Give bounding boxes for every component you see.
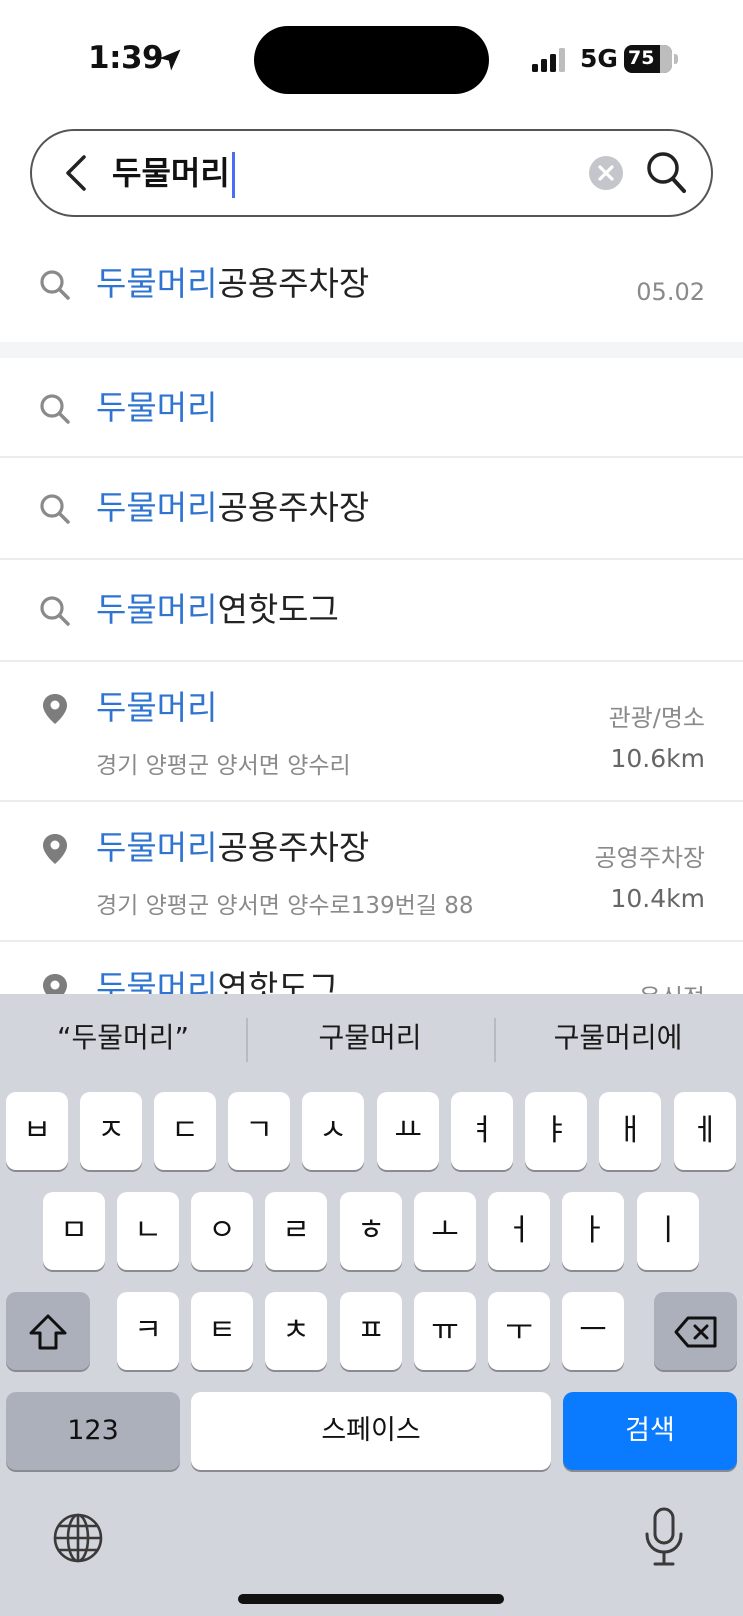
keyboard: “두물머리” 구물머리 구물머리에 ㅂ ㅈ ㄷ ㄱ ㅅ ㅛ ㅕ ㅑ ㅐ ㅔ ㅁ …	[0, 994, 743, 1616]
place-category: 공영주차장	[594, 844, 705, 872]
recent-search-title: 두물머리공용주차장	[96, 264, 370, 303]
key[interactable]: ㅋ	[117, 1292, 179, 1370]
key[interactable]: ㅐ	[599, 1092, 661, 1170]
key[interactable]: ㅜ	[488, 1292, 550, 1370]
place-address: 경기 양평군 양서면 양수리	[96, 753, 351, 779]
place-item[interactable]: 두물머리공용주차장 경기 양평군 양서면 양수로139번길 88 공영주차장 1…	[0, 802, 743, 942]
keyboard-suggestion-bar: “두물머리” 구물머리 구물머리에	[0, 994, 743, 1084]
key[interactable]: ㅓ	[488, 1192, 550, 1270]
shift-icon	[29, 1314, 67, 1349]
status-time: 1:39	[88, 40, 164, 76]
place-distance: 10.6km	[610, 744, 706, 773]
key[interactable]: ㄹ	[265, 1192, 327, 1270]
key[interactable]: ㄱ	[228, 1092, 290, 1170]
search-query: 두물머리	[112, 154, 230, 192]
place-category: 관광/명소	[608, 704, 705, 732]
search-icon	[40, 394, 70, 424]
suggestion-divider	[494, 1018, 496, 1062]
status-bar: 1:39 5G 75	[0, 0, 743, 120]
recent-search-item[interactable]: 두물머리공용주차장 05.02	[0, 236, 743, 358]
search-icon	[40, 494, 70, 524]
suggestion-item[interactable]: 두물머리	[0, 358, 743, 458]
text-caret	[231, 152, 235, 198]
signal-icon	[532, 48, 565, 72]
key[interactable]: ㅈ	[80, 1092, 142, 1170]
home-indicator	[238, 1594, 504, 1604]
recent-search-date: 05.02	[636, 278, 705, 306]
clear-icon[interactable]	[588, 155, 624, 191]
key[interactable]: ㅡ	[562, 1292, 624, 1370]
key[interactable]: ㄴ	[117, 1192, 179, 1270]
keyboard-suggestion[interactable]: 구물머리	[250, 1016, 490, 1056]
suggestion-title: 두물머리공용주차장	[96, 488, 370, 527]
place-distance: 10.4km	[610, 884, 706, 913]
globe-icon[interactable]	[52, 1512, 104, 1564]
place-item[interactable]: 두물머리 경기 양평군 양서면 양수리 관광/명소 10.6km	[0, 662, 743, 802]
suggestion-item[interactable]: 두물머리공용주차장	[0, 458, 743, 560]
suggestion-divider	[246, 1018, 248, 1062]
place-title: 두물머리공용주차장	[96, 828, 370, 867]
search-bar[interactable]: 두물머리	[30, 129, 713, 217]
key[interactable]: ㄷ	[154, 1092, 216, 1170]
search-icon	[40, 596, 70, 626]
key[interactable]: ㅇ	[191, 1192, 253, 1270]
keyboard-suggestion[interactable]: 구물머리에	[498, 1016, 738, 1056]
key[interactable]: ㅗ	[414, 1192, 476, 1270]
key[interactable]: ㅕ	[451, 1092, 513, 1170]
key[interactable]: ㅑ	[525, 1092, 587, 1170]
network-type: 5G	[580, 44, 618, 73]
location-arrow-icon	[159, 49, 181, 71]
key[interactable]: ㅣ	[637, 1192, 699, 1270]
search-icon[interactable]	[644, 149, 688, 195]
key[interactable]: ㅠ	[414, 1292, 476, 1370]
key[interactable]: ㅊ	[265, 1292, 327, 1370]
search-results: 두물머리공용주차장 05.02 두물머리 두물머리공용주차장 두물머리연핫도그 …	[0, 236, 743, 1042]
key[interactable]: ㅛ	[377, 1092, 439, 1170]
map-pin-icon	[43, 834, 67, 864]
numbers-key[interactable]: 123	[6, 1392, 180, 1470]
shift-key[interactable]	[6, 1292, 90, 1370]
battery-level: 75	[628, 47, 655, 69]
map-pin-icon	[43, 694, 67, 724]
delete-key[interactable]	[654, 1292, 737, 1370]
key[interactable]: ㅎ	[340, 1192, 402, 1270]
key[interactable]: ㅂ	[6, 1092, 68, 1170]
key[interactable]: ㅏ	[562, 1192, 624, 1270]
suggestion-item[interactable]: 두물머리연핫도그	[0, 560, 743, 662]
suggestion-title: 두물머리	[96, 388, 218, 427]
key[interactable]: ㅔ	[674, 1092, 736, 1170]
back-chevron-icon[interactable]	[58, 153, 98, 193]
key[interactable]: ㅍ	[340, 1292, 402, 1370]
place-address: 경기 양평군 양서면 양수로139번길 88	[96, 893, 474, 919]
suggestion-title: 두물머리연핫도그	[96, 590, 339, 629]
dynamic-island	[254, 26, 489, 94]
battery-icon: 75	[624, 45, 672, 73]
space-key[interactable]: 스페이스	[191, 1392, 551, 1470]
key[interactable]: ㅁ	[43, 1192, 105, 1270]
search-key[interactable]: 검색	[563, 1392, 737, 1470]
microphone-icon[interactable]	[642, 1506, 686, 1568]
key[interactable]: ㅅ	[302, 1092, 364, 1170]
keyboard-suggestion[interactable]: “두물머리”	[3, 1016, 243, 1056]
key[interactable]: ㅌ	[191, 1292, 253, 1370]
place-title: 두물머리	[96, 688, 218, 727]
backspace-icon	[674, 1316, 716, 1347]
search-icon	[40, 270, 70, 300]
battery-nub	[674, 54, 678, 64]
search-input[interactable]: 두물머리	[112, 149, 235, 198]
